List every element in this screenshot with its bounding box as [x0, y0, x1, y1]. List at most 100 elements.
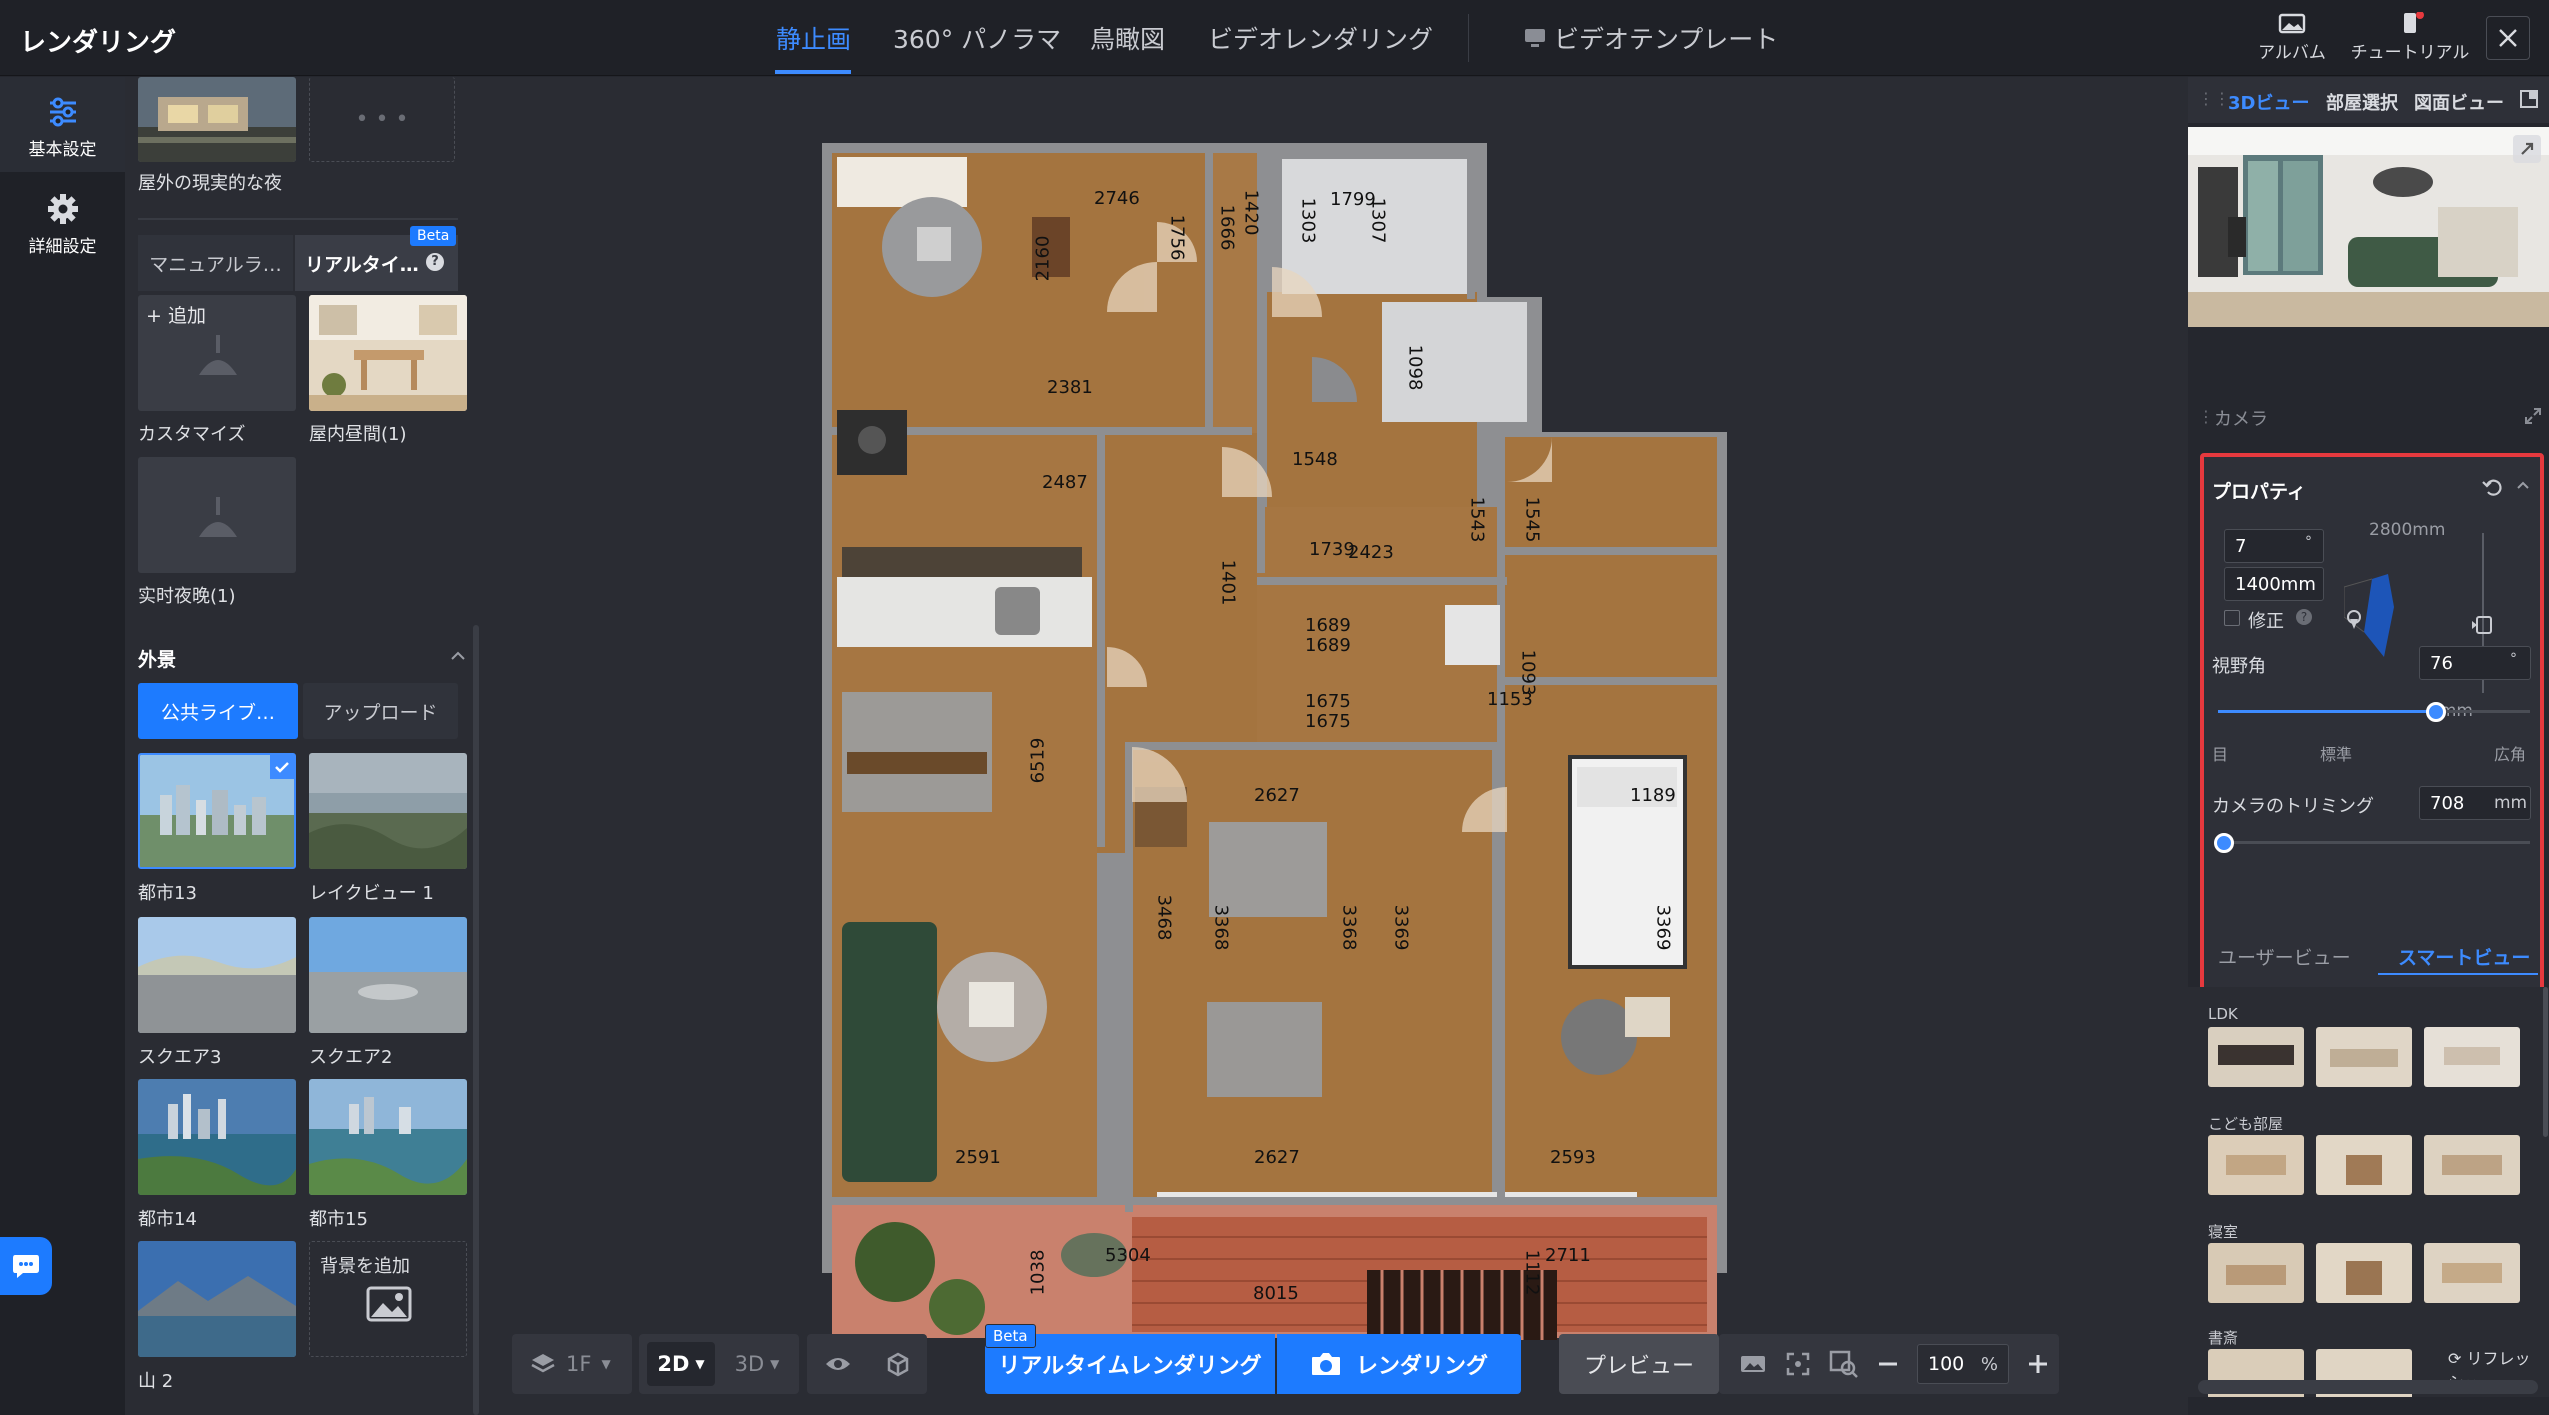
dimension-label: 1756	[1166, 214, 1188, 261]
horizontal-scrollbar[interactable]	[2198, 1380, 2538, 1394]
tutorial-button[interactable]: チュートリアル	[2345, 8, 2475, 68]
view-2d-button[interactable]: 2D ▼	[647, 1342, 715, 1386]
mountain-caption: 山 2	[138, 1371, 174, 1392]
selected-check-icon	[270, 755, 294, 779]
expand-icon[interactable]	[2513, 135, 2541, 163]
trim-label: カメラのトリミング	[2212, 796, 2374, 817]
view-3d-button[interactable]: 3D ▼	[723, 1342, 791, 1386]
fov-slider-knob[interactable]	[2426, 702, 2447, 722]
ldk-view-1[interactable]	[2208, 1027, 2304, 1087]
rail-basic-settings[interactable]: 基本設定	[0, 77, 125, 172]
zoom-out-icon[interactable]	[1877, 1353, 1899, 1375]
angle-unit: °	[2305, 534, 2312, 550]
help-icon[interactable]: ?	[2296, 609, 2312, 625]
trim-input[interactable]: 708 mm	[2419, 786, 2531, 820]
render-button[interactable]: レンダリング	[1277, 1334, 1521, 1394]
close-button[interactable]	[2486, 16, 2530, 60]
trim-slider[interactable]	[2214, 832, 2530, 854]
floor-selector[interactable]: 1F ▼	[512, 1334, 632, 1394]
image-icon	[366, 1286, 412, 1322]
zoom-area-icon[interactable]	[1829, 1350, 1859, 1378]
bedroom-desk	[1625, 997, 1670, 1037]
tab-still-image[interactable]: 静止画	[776, 20, 851, 56]
add-background-button[interactable]: 背景を追加	[309, 1241, 467, 1357]
kids-rug-2	[1207, 1002, 1322, 1097]
upload-tab[interactable]: アップロード	[303, 683, 458, 739]
fov-slider[interactable]	[2218, 701, 2530, 723]
background-lakeview1[interactable]	[309, 753, 467, 869]
view-2d-label: 2D	[657, 1352, 690, 1376]
public-library-tab[interactable]: 公共ライブ…	[138, 683, 298, 739]
ldk-view-3[interactable]	[2424, 1027, 2520, 1087]
dimension-label: 2160	[1032, 235, 1054, 282]
exterior-header: 外景	[138, 649, 177, 671]
popout-icon[interactable]	[2519, 89, 2539, 109]
reset-icon[interactable]	[2482, 477, 2504, 497]
angle-input[interactable]: 7 °	[2224, 529, 2324, 563]
tab-room-select[interactable]: 部屋選択	[2326, 89, 2398, 115]
right-scrollbar[interactable]	[2543, 987, 2548, 1137]
album-button[interactable]: アルバム	[2247, 8, 2337, 68]
background-city14[interactable]	[138, 1079, 296, 1195]
chat-support-button[interactable]	[0, 1237, 52, 1295]
view-tabs: ⋮⋮ 3Dビュー 部屋選択 図面ビュー	[2188, 77, 2549, 123]
eye-icon[interactable]	[824, 1354, 852, 1374]
bedroom-view-2[interactable]	[2316, 1243, 2412, 1303]
fov-label: 視野角	[2212, 656, 2266, 677]
fit-screen-icon[interactable]	[1785, 1351, 1811, 1377]
sliders-icon	[49, 97, 76, 127]
camera-height-input[interactable]: 1400mm	[2224, 567, 2324, 601]
fix-checkbox[interactable]	[2224, 610, 2240, 626]
realtime-night-card[interactable]	[138, 457, 296, 573]
night-exterior-thumbnail[interactable]	[138, 77, 296, 162]
indoor-daytime-caption: 屋内昼間(1)	[309, 424, 407, 445]
preview-button[interactable]: プレビュー	[1559, 1334, 1719, 1394]
kids-room-view-2[interactable]	[2316, 1135, 2412, 1195]
refresh-icon: ⟳	[2448, 1349, 2467, 1368]
dining-table	[847, 752, 987, 774]
tab-plan-view[interactable]: 図面ビュー	[2414, 89, 2504, 115]
close-icon	[2499, 29, 2517, 47]
floor-plan[interactable]	[487, 77, 2188, 1415]
tab-birds-eye[interactable]: 鳥瞰図	[1090, 20, 1165, 56]
chevron-up-icon[interactable]	[2516, 479, 2530, 491]
smart-view-tab[interactable]: スマートビュー	[2398, 943, 2530, 970]
beta-badge: Beta	[985, 1324, 1036, 1348]
3d-preview[interactable]	[2188, 127, 2549, 327]
fov-input[interactable]: 76 °	[2419, 646, 2531, 680]
panel-scrollbar[interactable]	[473, 625, 479, 1415]
balcony-plants-2	[929, 1279, 985, 1335]
tab-video-template[interactable]: ビデオテンプレート	[1524, 20, 1778, 56]
background-mountain2[interactable]	[138, 1241, 296, 1357]
bedroom-view-3[interactable]	[2424, 1243, 2520, 1303]
rail-advanced-settings[interactable]: 詳細設定	[0, 174, 125, 269]
kids-room-view-3[interactable]	[2424, 1135, 2520, 1195]
zoom-input[interactable]: 100 %	[1917, 1344, 2009, 1384]
manual-lighting-tab[interactable]: マニュアルラ…	[138, 235, 293, 291]
customize-light-card[interactable]: + 追加	[138, 295, 296, 411]
canvas-area: 2746 2160 1756 1666 1420 1303 1799 1307 …	[487, 77, 2188, 1415]
background-city15[interactable]	[309, 1079, 467, 1195]
fov-tick-eye: 目	[2212, 745, 2229, 764]
background-city13[interactable]	[138, 753, 296, 869]
maximize-icon[interactable]	[2524, 407, 2542, 425]
dimension-label: 2487	[1042, 472, 1088, 493]
kids-room-view-1[interactable]	[2208, 1135, 2304, 1195]
ldk-view-2[interactable]	[2316, 1027, 2412, 1087]
zoom-in-icon[interactable]	[2027, 1353, 2049, 1375]
drag-handle-icon[interactable]: ⋮⋮	[2198, 89, 2230, 108]
help-icon[interactable]: ?	[426, 253, 444, 271]
chevron-up-icon[interactable]	[450, 649, 466, 661]
tab-3d-view[interactable]: 3Dビュー	[2228, 89, 2309, 115]
snapshot-icon[interactable]	[1739, 1353, 1767, 1375]
tab-video-rendering[interactable]: ビデオレンダリング	[1208, 20, 1433, 56]
background-square3[interactable]	[138, 917, 296, 1033]
cube-icon[interactable]	[885, 1351, 911, 1377]
trim-slider-knob[interactable]	[2214, 833, 2235, 853]
user-view-tab[interactable]: ユーザービュー	[2218, 943, 2351, 970]
study-chair	[917, 227, 951, 261]
bedroom-view-1[interactable]	[2208, 1243, 2304, 1303]
indoor-daytime-card[interactable]	[309, 295, 467, 411]
tab-panorama[interactable]: 360° パノラマ	[893, 20, 1061, 56]
background-square2[interactable]	[309, 917, 467, 1033]
